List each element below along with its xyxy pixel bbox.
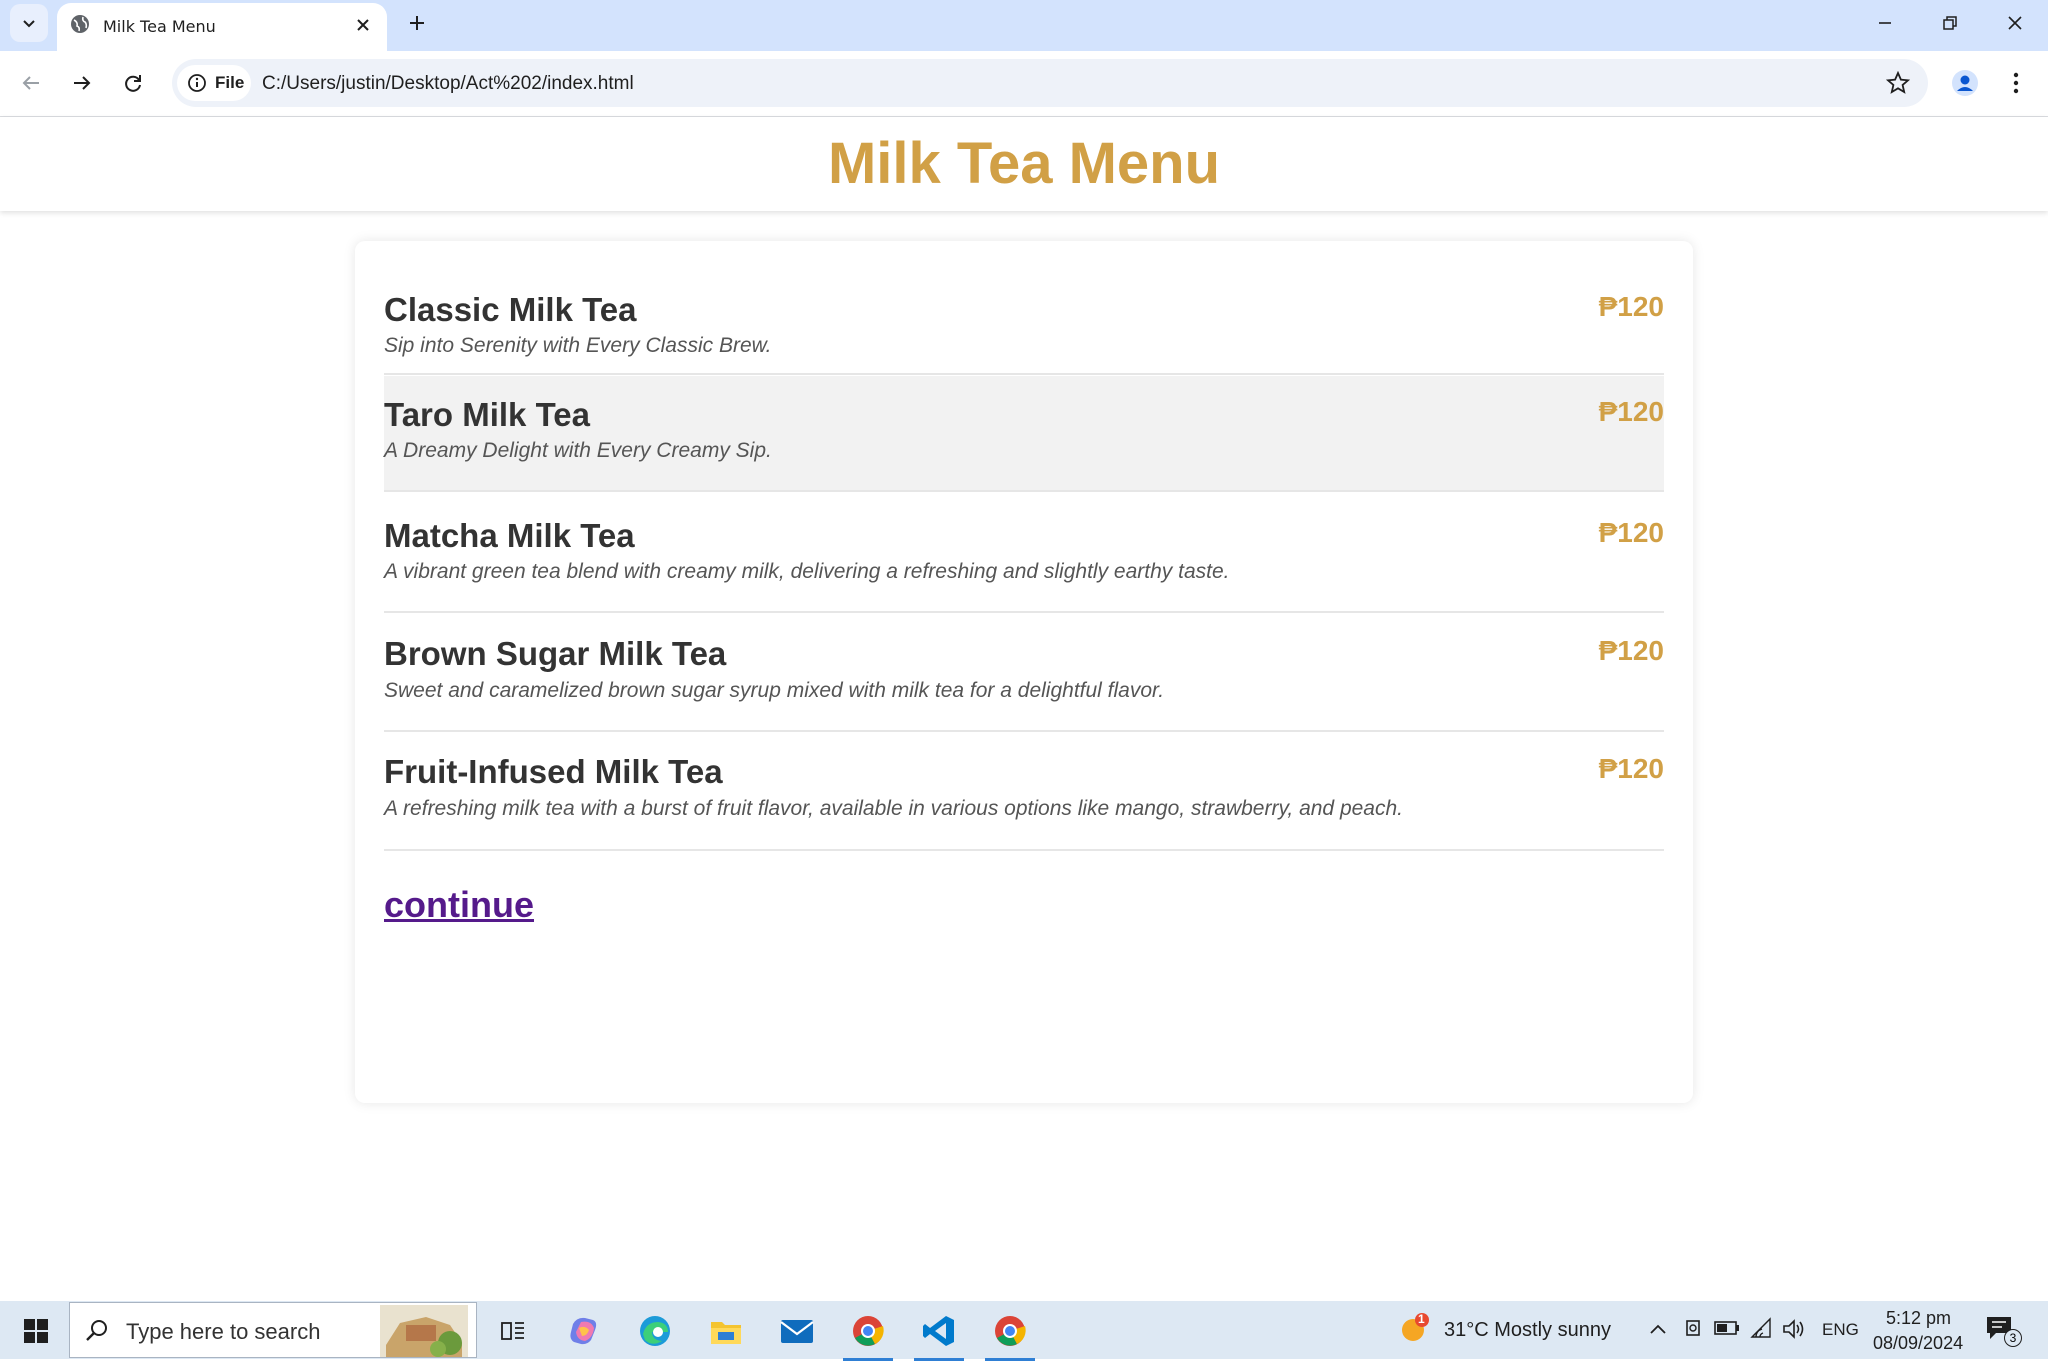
meet-now-icon[interactable]: [1684, 1317, 1704, 1341]
copilot-app[interactable]: [555, 1306, 613, 1356]
tab-milk-tea-menu[interactable]: Milk Tea Menu: [57, 3, 387, 51]
weather-widget[interactable]: 1: [1398, 1311, 1434, 1347]
page-title: Milk Tea Menu: [827, 131, 1221, 196]
new-tab-button[interactable]: [402, 8, 432, 38]
forward-button[interactable]: [65, 66, 99, 100]
restore-button[interactable]: [1930, 6, 1970, 40]
bookmark-star-icon[interactable]: [1886, 71, 1910, 95]
task-view-icon: [501, 1322, 524, 1340]
start-button[interactable]: [14, 1313, 58, 1349]
windows-logo-icon: [24, 1319, 48, 1343]
menu-item-description: A vibrant green tea blend with creamy mi…: [384, 560, 1230, 583]
arrow-right-icon: [74, 76, 91, 90]
search-placeholder: Type here to search: [126, 1319, 321, 1344]
menu-item-name: Matcha Milk Tea: [384, 517, 635, 554]
url-text[interactable]: C:/Users/justin/Desktop/Act%202/index.ht…: [262, 73, 634, 95]
browser-menu-button[interactable]: [1999, 66, 2033, 100]
menu-item-price: ₱120: [1598, 396, 1664, 427]
menu-item-description: Sip into Serenity with Every Classic Bre…: [384, 334, 772, 357]
menu-item-description: A Dreamy Delight with Every Creamy Sip.: [384, 439, 772, 462]
reload-icon: [125, 75, 141, 92]
page-content: Milk Tea Menu Classic Milk Tea Sip into …: [0, 117, 2048, 1301]
task-view-button[interactable]: [484, 1306, 542, 1356]
tab-title: Milk Tea Menu: [103, 17, 216, 36]
menu-item-price: ₱120: [1598, 291, 1664, 322]
menu-item-name: Fruit-Infused Milk Tea: [384, 753, 723, 790]
close-icon: [2008, 16, 2022, 30]
search-icon: [86, 1320, 107, 1341]
mail-app[interactable]: [768, 1306, 826, 1356]
weather-badge: 1: [1418, 1312, 1425, 1326]
chrome-app[interactable]: [839, 1306, 897, 1361]
menu-item-price: ₱120: [1598, 517, 1664, 548]
clock-date[interactable]: 08/09/2024: [1873, 1333, 1963, 1354]
vscode-app[interactable]: [910, 1306, 968, 1361]
back-button[interactable]: [14, 66, 48, 100]
menu-item-brown-sugar[interactable]: Brown Sugar Milk Tea Sweet and carameliz…: [384, 614, 1664, 732]
site-chip-label: File: [215, 73, 245, 92]
vscode-icon: [923, 1316, 954, 1346]
site-info-chip[interactable]: File: [177, 65, 251, 101]
address-bar[interactable]: File C:/Users/justin/Desktop/Act%202/ind…: [172, 59, 1928, 107]
menu-item-name: Classic Milk Tea: [384, 291, 637, 328]
browser-toolbar: File C:/Users/justin/Desktop/Act%202/ind…: [0, 51, 2048, 117]
windows-taskbar: Type here to search 1 31°C Mostly sunny: [0, 1301, 2048, 1361]
minimize-button[interactable]: [1865, 6, 1905, 40]
restore-icon: [1943, 16, 1957, 30]
globe-icon: [71, 15, 89, 33]
plus-icon: [410, 16, 424, 30]
close-window-button[interactable]: [1995, 6, 2035, 40]
notifications-button[interactable]: 3: [1984, 1313, 2024, 1349]
notification-count: 3: [2004, 1329, 2022, 1347]
arrow-left-icon: [22, 76, 39, 90]
minimize-icon: [1879, 22, 1891, 24]
more-vert-icon: [2013, 72, 2019, 94]
weather-sun-icon: [1402, 1313, 1429, 1341]
info-icon: [188, 74, 206, 92]
edge-icon: [640, 1316, 670, 1346]
folder-icon: [711, 1322, 741, 1344]
menu-card: Classic Milk Tea Sip into Serenity with …: [355, 241, 1693, 1103]
menu-item-name: Taro Milk Tea: [384, 396, 590, 433]
file-explorer-app[interactable]: [697, 1306, 755, 1356]
taskbar-search[interactable]: Type here to search: [69, 1302, 477, 1358]
tab-search-button[interactable]: [10, 4, 48, 42]
close-tab-icon[interactable]: [353, 15, 373, 35]
menu-item-taro[interactable]: Taro Milk Tea A Dreamy Delight with Ever…: [384, 376, 1664, 492]
profile-button[interactable]: [1948, 66, 1982, 100]
language-indicator[interactable]: ENG: [1822, 1320, 1859, 1340]
menu-item-description: Sweet and caramelized brown sugar syrup …: [384, 679, 1165, 702]
copilot-icon: [570, 1317, 597, 1345]
continue-link[interactable]: continue: [384, 884, 534, 926]
menu-item-description: A refreshing milk tea with a burst of fr…: [384, 797, 1403, 820]
menu-item-name: Brown Sugar Milk Tea: [384, 635, 727, 672]
search-highlight-illustration: [380, 1305, 468, 1357]
wifi-icon[interactable]: [1750, 1317, 1774, 1341]
avatar-icon: [1952, 70, 1978, 96]
chrome-app-2[interactable]: [981, 1306, 1039, 1361]
chrome-icon: [995, 1316, 1026, 1346]
battery-icon[interactable]: [1714, 1320, 1740, 1336]
reload-button[interactable]: [116, 66, 150, 100]
volume-icon[interactable]: [1782, 1318, 1806, 1340]
menu-item-price: ₱120: [1598, 753, 1664, 784]
menu-item-classic[interactable]: Classic Milk Tea Sip into Serenity with …: [384, 269, 1664, 375]
tab-strip: Milk Tea Menu: [0, 0, 2048, 51]
edge-app[interactable]: [626, 1306, 684, 1356]
chevron-up-icon[interactable]: [1648, 1321, 1668, 1337]
page-header: Milk Tea Menu: [0, 117, 2048, 211]
menu-item-price: ₱120: [1598, 635, 1664, 666]
mail-icon: [780, 1320, 814, 1343]
clock-time[interactable]: 5:12 pm: [1886, 1308, 1951, 1329]
menu-item-fruit-infused[interactable]: Fruit-Infused Milk Tea A refreshing milk…: [384, 733, 1664, 851]
menu-item-matcha[interactable]: Matcha Milk Tea A vibrant green tea blen…: [384, 493, 1664, 613]
chevron-down-icon: [23, 20, 35, 28]
weather-text[interactable]: 31°C Mostly sunny: [1444, 1319, 1611, 1342]
chrome-icon: [853, 1316, 884, 1346]
